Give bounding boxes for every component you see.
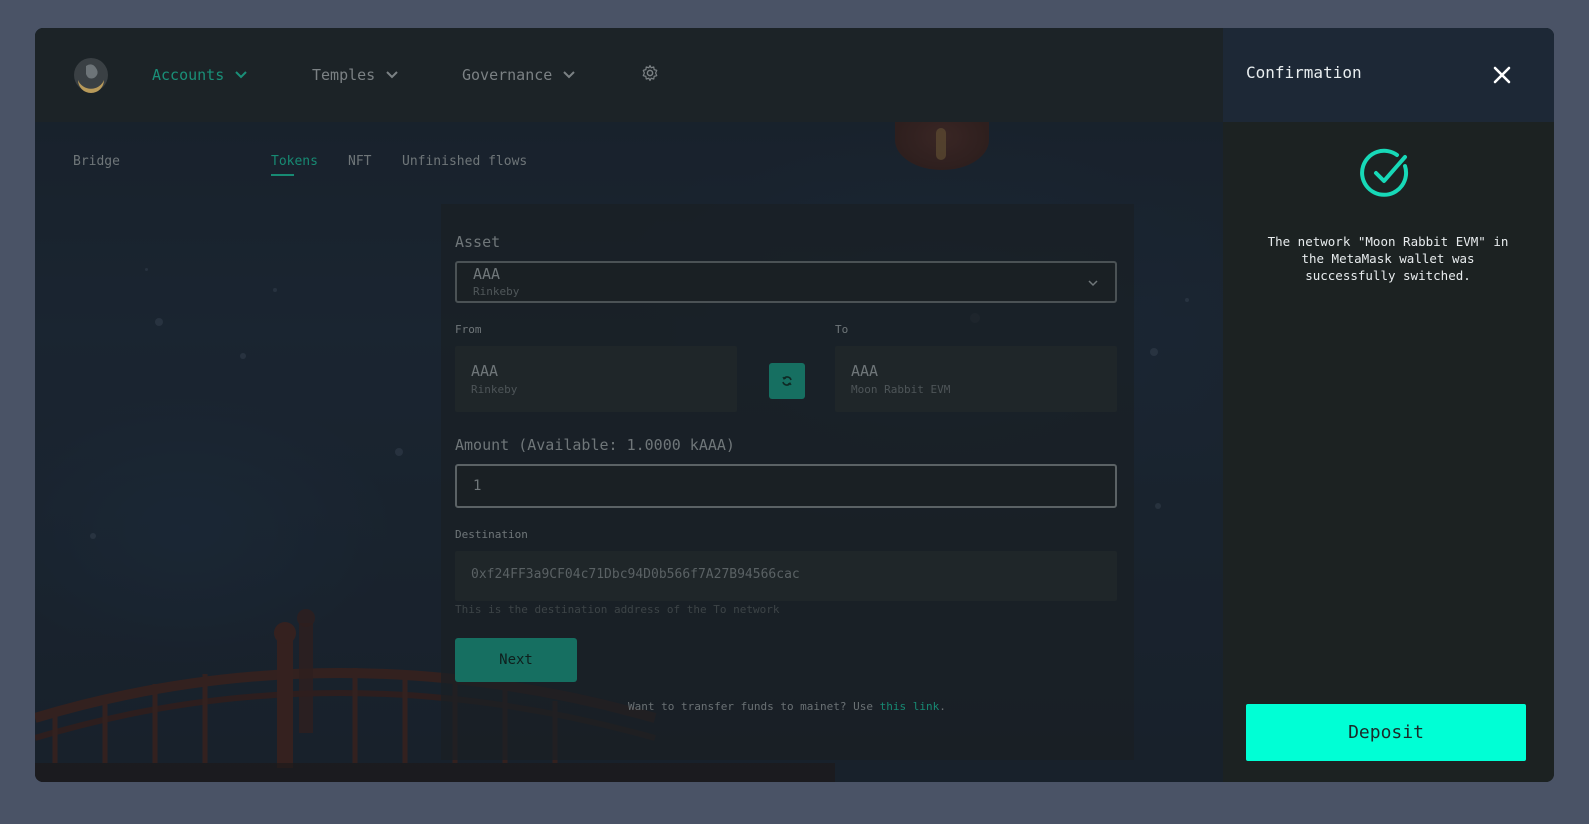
nav-temples[interactable]: Temples (312, 28, 399, 122)
nav-accounts[interactable]: Accounts (152, 28, 248, 122)
top-navigation: Accounts Temples Governance (35, 28, 1239, 122)
from-network-field[interactable]: AAA Rinkeby (455, 346, 737, 412)
nav-governance[interactable]: Governance (462, 28, 576, 122)
confirmation-header: Confirmation (1223, 28, 1554, 122)
confirmation-panel: Confirmation The network "Moon Rabbit EV… (1223, 28, 1554, 782)
app-window: Accounts Temples Governance Bridge Token… (35, 28, 1554, 782)
nav-accounts-label: Accounts (152, 66, 225, 84)
gear-icon[interactable] (641, 64, 659, 82)
main-app: Accounts Temples Governance Bridge Token… (35, 28, 1239, 782)
destination-input[interactable]: 0xf24FF3a9CF04c71Dbc94D0b566f7A27B94566c… (455, 551, 1117, 601)
to-network-field[interactable]: AAA Moon Rabbit EVM (835, 346, 1117, 412)
mainnet-note-text: Want to transfer funds to mainet? Use (628, 700, 880, 713)
tab-nft[interactable]: NFT (348, 154, 371, 169)
tab-unfinished-flows[interactable]: Unfinished flows (402, 154, 527, 169)
destination-value: 0xf24FF3a9CF04c71Dbc94D0b566f7A27B94566c… (471, 567, 800, 582)
chevron-down-icon (1088, 280, 1098, 287)
chevron-down-icon (235, 71, 247, 79)
to-token: AAA (851, 362, 879, 380)
chevron-down-icon (386, 71, 398, 79)
destination-label: Destination (455, 528, 528, 541)
next-button[interactable]: Next (455, 638, 577, 682)
mainnet-note-end: . (939, 700, 946, 713)
nav-temples-label: Temples (312, 66, 376, 84)
from-label: From (455, 323, 482, 336)
asset-select-value: AAA (473, 265, 501, 283)
to-label: To (835, 323, 849, 336)
confirmation-message: The network "Moon Rabbit EVM" in the Met… (1267, 234, 1509, 283)
asset-label: Asset (455, 233, 501, 251)
close-icon[interactable] (1491, 64, 1513, 86)
mainnet-note: Want to transfer funds to mainet? Use th… (628, 700, 946, 713)
confirmation-title: Confirmation (1246, 63, 1362, 82)
section-title: Bridge (73, 154, 120, 169)
nav-governance-label: Governance (462, 66, 553, 84)
from-network: Rinkeby (471, 383, 518, 396)
success-check-icon (1360, 148, 1409, 197)
swap-networks-button[interactable] (769, 363, 805, 399)
amount-label: Amount (Available: 1.0000 kAAA) (455, 436, 735, 454)
mainnet-link[interactable]: this link (880, 700, 940, 713)
tab-tokens[interactable]: Tokens (271, 154, 318, 169)
amount-input[interactable]: 1 (455, 464, 1117, 508)
moon-rabbit-logo-icon[interactable] (72, 56, 110, 94)
to-network: Moon Rabbit EVM (851, 383, 951, 396)
asset-select-network: Rinkeby (473, 285, 520, 298)
swap-icon (782, 376, 792, 386)
amount-value: 1 (473, 478, 482, 494)
active-tab-indicator (271, 174, 294, 176)
from-token: AAA (471, 362, 499, 380)
destination-hint: This is the destination address of the T… (455, 603, 780, 616)
asset-select[interactable]: AAA Rinkeby (455, 261, 1117, 303)
chevron-down-icon (563, 71, 576, 79)
deposit-button[interactable]: Deposit (1246, 704, 1526, 761)
